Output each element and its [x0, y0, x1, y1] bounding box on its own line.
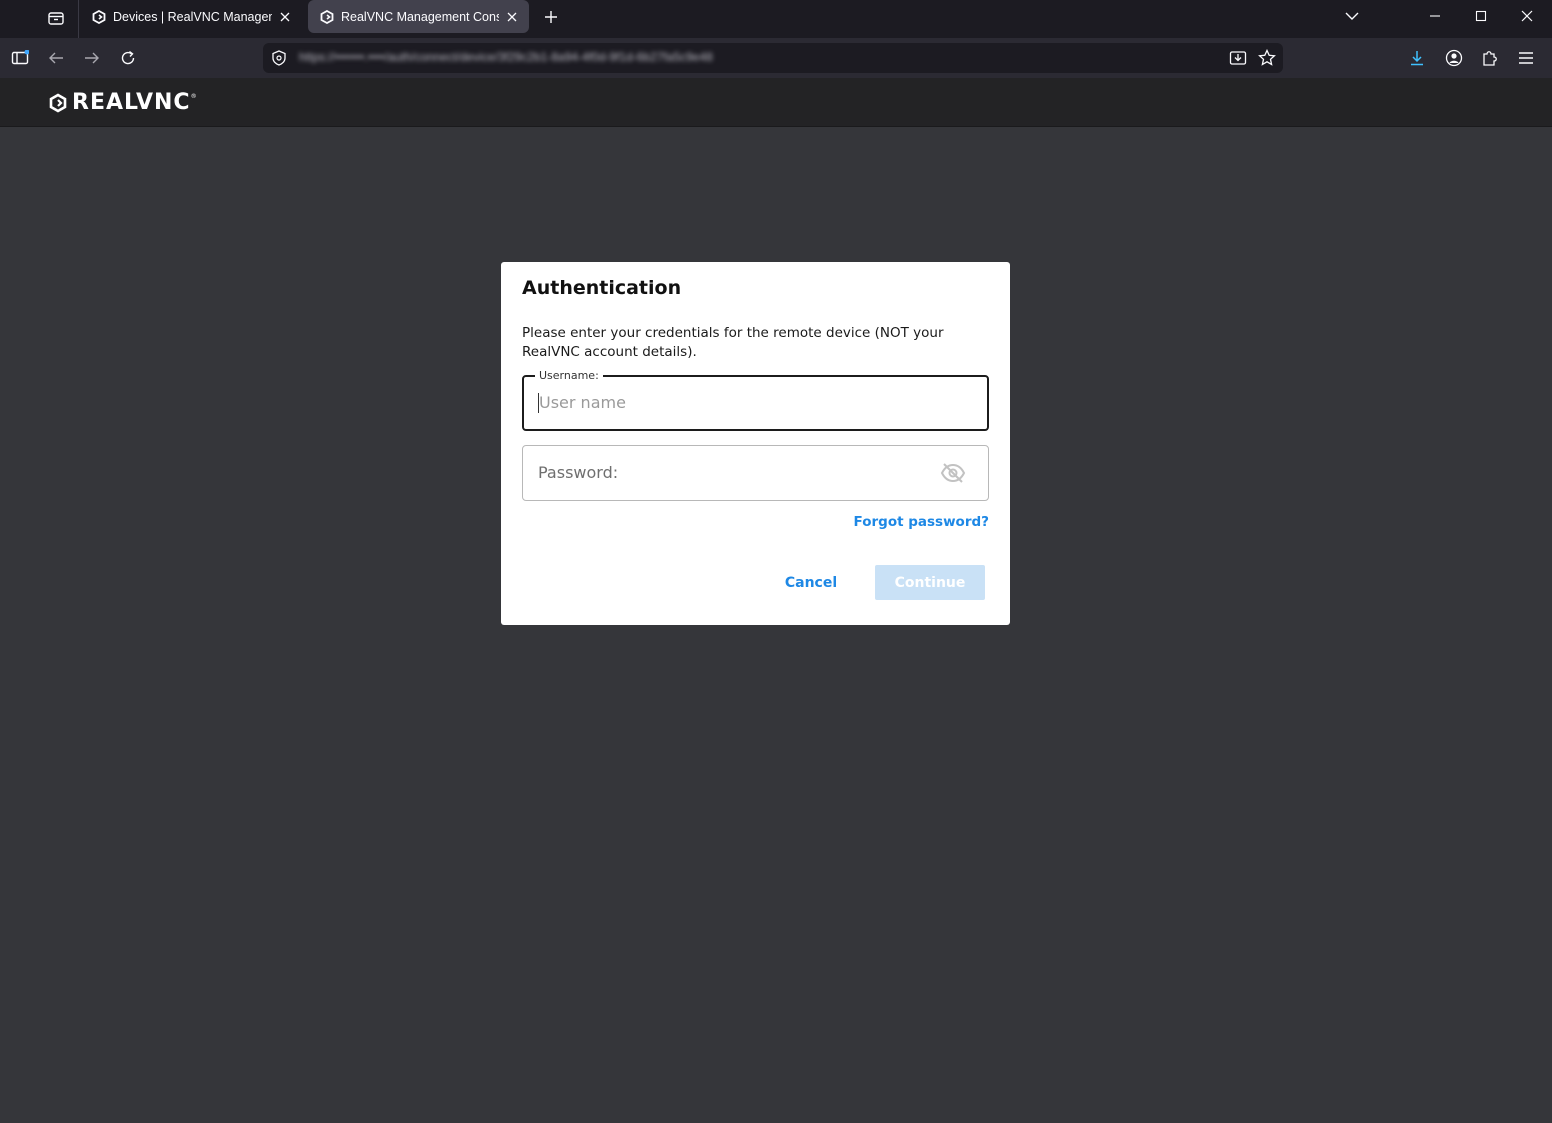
window-close-icon[interactable] [1513, 4, 1541, 28]
logo-registered-mark: ® [190, 93, 197, 100]
continue-button[interactable]: Continue [875, 565, 985, 600]
sidebar-icon[interactable] [7, 45, 33, 71]
realvnc-favicon-icon [320, 9, 334, 24]
puzzle-icon[interactable] [1477, 45, 1503, 71]
dialog-description: Please enter your credentials for the re… [522, 325, 944, 360]
reload-icon[interactable] [115, 45, 141, 71]
eye-off-icon[interactable] [940, 461, 966, 485]
username-field[interactable]: Username: User name [522, 369, 989, 431]
logo-text: REALVNC [72, 90, 191, 115]
plus-icon[interactable] [539, 5, 563, 29]
arrow-left-icon[interactable] [43, 45, 69, 71]
forgot-password-link[interactable]: Forgot password? [854, 514, 989, 530]
url-text: https://•••••••.••••/auth/connect/device… [299, 50, 713, 64]
tab-management-console[interactable]: RealVNC Management Console [308, 0, 529, 33]
account-icon[interactable] [1441, 45, 1467, 71]
username-label: Username: [535, 369, 603, 383]
cancel-button[interactable]: Cancel [777, 566, 845, 600]
app-header: REALVNC ® [0, 78, 1552, 127]
url-bar[interactable]: https://•••••••.••••/auth/connect/device… [263, 43, 1283, 73]
tab-separator [78, 0, 79, 38]
password-field[interactable]: Password: [522, 445, 989, 501]
browser-tab-strip: Devices | RealVNC Management Console Rea… [0, 0, 1552, 38]
username-placeholder: User name [539, 393, 626, 412]
save-page-icon[interactable] [1225, 45, 1251, 71]
tab-list-icon[interactable] [40, 4, 72, 32]
realvnc-favicon-icon [92, 9, 106, 24]
shield-icon[interactable] [266, 45, 292, 71]
arrow-right-icon[interactable] [79, 45, 105, 71]
close-icon[interactable] [505, 10, 519, 24]
hamburger-icon[interactable] [1513, 45, 1539, 71]
tab-devices[interactable]: Devices | RealVNC Management Console [80, 0, 302, 33]
close-icon[interactable] [278, 10, 292, 24]
chevron-down-icon[interactable] [1338, 4, 1366, 28]
realvnc-logo-icon [49, 93, 67, 113]
maximize-icon[interactable] [1467, 4, 1495, 28]
tab-title: RealVNC Management Console [341, 9, 499, 24]
star-icon[interactable] [1254, 45, 1280, 71]
dialog-title: Authentication [522, 277, 682, 299]
browser-nav-bar: https://•••••••.••••/auth/connect/device… [0, 38, 1552, 78]
tab-title: Devices | RealVNC Management Console [113, 9, 272, 24]
password-placeholder: Password: [538, 463, 619, 482]
minimize-icon[interactable] [1421, 4, 1449, 28]
download-icon[interactable] [1404, 45, 1430, 71]
realvnc-logo[interactable]: REALVNC ® [48, 91, 197, 115]
username-input[interactable] [538, 393, 539, 413]
authentication-dialog: Authentication Please enter your credent… [501, 262, 1010, 625]
